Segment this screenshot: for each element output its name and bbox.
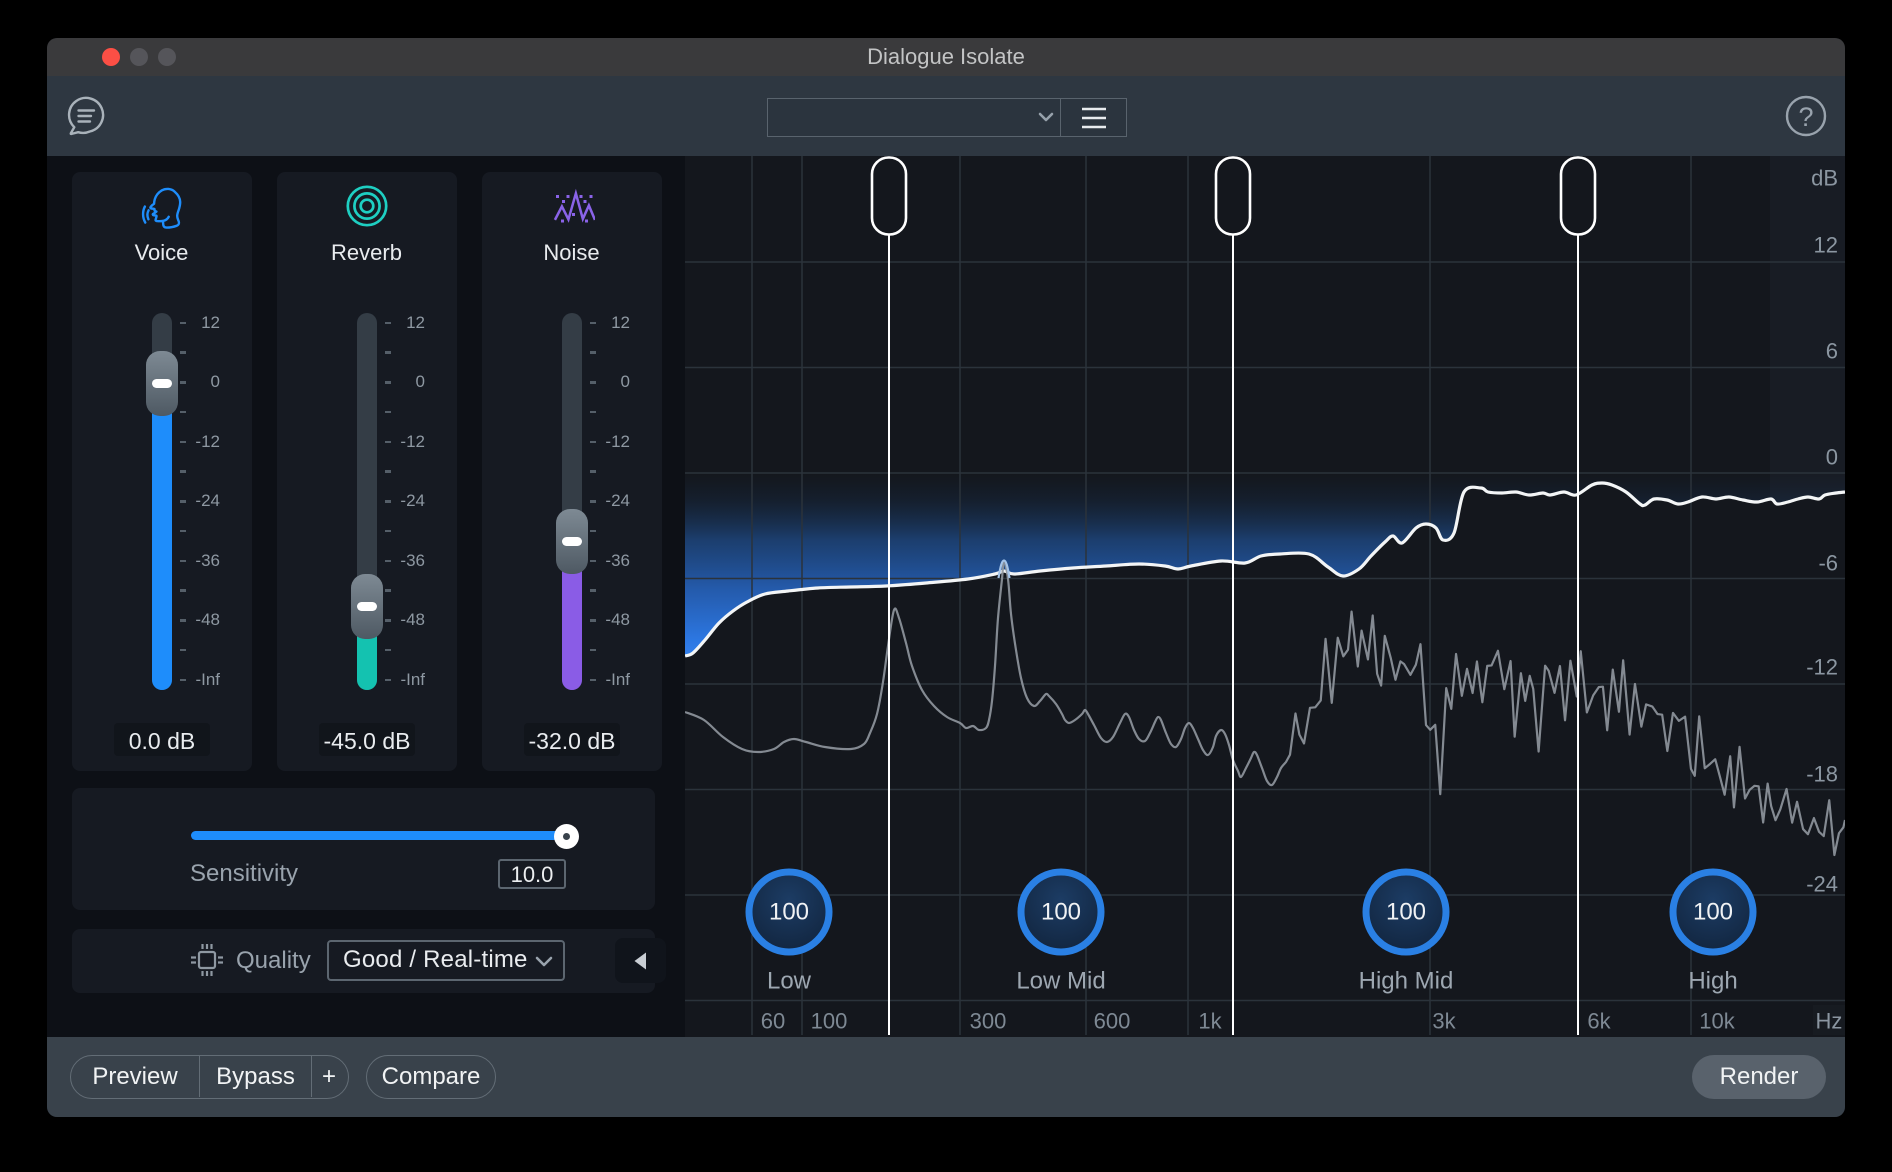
svg-text:-12: -12 bbox=[1806, 655, 1838, 680]
svg-text:100: 100 bbox=[769, 899, 809, 926]
svg-text:100: 100 bbox=[811, 1009, 848, 1034]
svg-text:Low Mid: Low Mid bbox=[1016, 968, 1105, 995]
svg-text:60: 60 bbox=[761, 1009, 785, 1034]
svg-text:-24: -24 bbox=[1806, 872, 1838, 897]
svg-text:High Mid: High Mid bbox=[1359, 968, 1454, 995]
svg-text:300: 300 bbox=[970, 1009, 1007, 1034]
svg-text:1k: 1k bbox=[1198, 1009, 1222, 1034]
svg-text:3k: 3k bbox=[1432, 1009, 1456, 1034]
svg-text:12: 12 bbox=[1814, 233, 1838, 258]
svg-text:100: 100 bbox=[1693, 899, 1733, 926]
svg-text:Hz: Hz bbox=[1816, 1009, 1843, 1034]
svg-text:dB: dB bbox=[1811, 166, 1838, 191]
svg-text:6: 6 bbox=[1826, 339, 1838, 364]
svg-text:High: High bbox=[1688, 968, 1737, 995]
svg-text:-18: -18 bbox=[1806, 762, 1838, 787]
svg-text:-6: -6 bbox=[1818, 551, 1838, 576]
svg-text:100: 100 bbox=[1041, 899, 1081, 926]
svg-text:600: 600 bbox=[1094, 1009, 1131, 1034]
svg-text:100: 100 bbox=[1386, 899, 1426, 926]
svg-text:10k: 10k bbox=[1699, 1009, 1735, 1034]
svg-text:6k: 6k bbox=[1587, 1009, 1611, 1034]
svg-text:?: ? bbox=[1798, 102, 1813, 132]
svg-text:Low: Low bbox=[767, 968, 812, 995]
svg-text:0: 0 bbox=[1826, 445, 1838, 470]
